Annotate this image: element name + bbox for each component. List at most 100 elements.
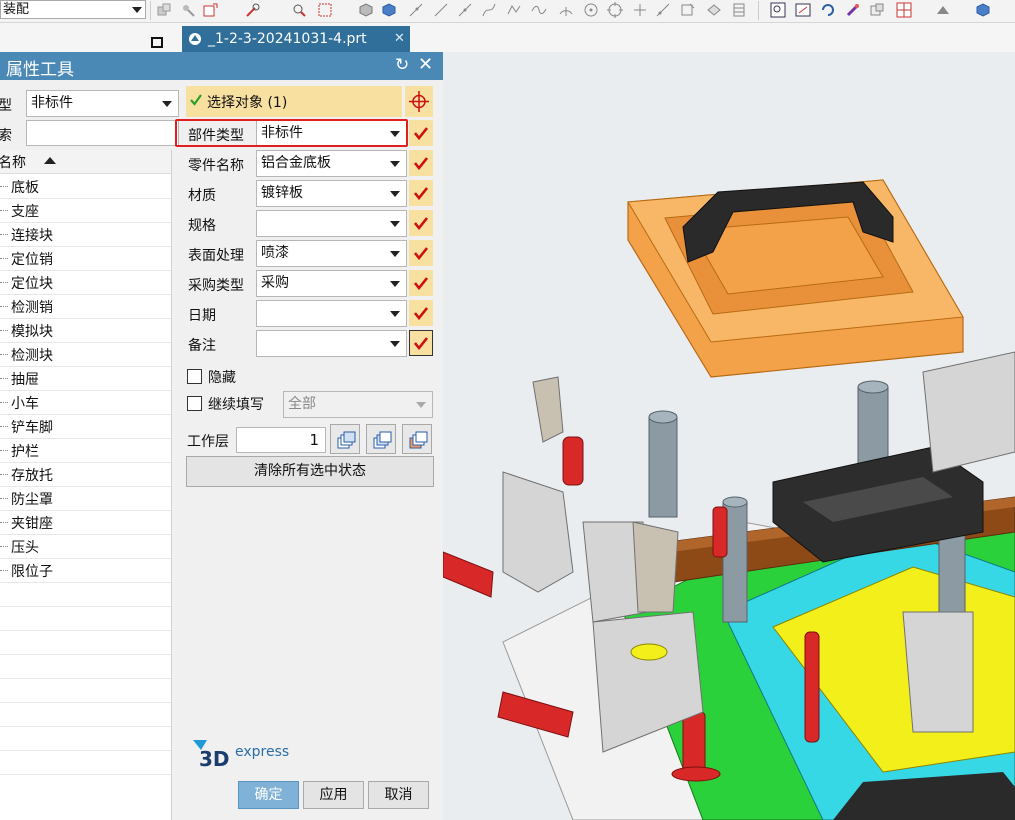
list-item[interactable]: 检测块: [0, 342, 171, 367]
solid-cube-icon[interactable]: [381, 2, 397, 18]
field-enable-checkbox[interactable]: [409, 180, 433, 206]
field-enable-checkbox[interactable]: [409, 120, 433, 146]
list-item[interactable]: 检测销: [0, 294, 171, 319]
3d-graphics-viewport[interactable]: [443, 52, 1015, 820]
shading-icon[interactable]: [935, 2, 951, 18]
select-box-icon[interactable]: [291, 2, 307, 18]
select-object-bar[interactable]: 选择对象 (1): [186, 86, 402, 117]
continue-fill-checkbox[interactable]: [187, 396, 202, 411]
line-icon[interactable]: [408, 2, 424, 18]
list-item[interactable]: 压头: [0, 534, 171, 559]
rotate-icon[interactable]: [820, 2, 836, 18]
field-combo[interactable]: 喷漆: [256, 240, 407, 267]
cancel-button[interactable]: 取消: [368, 781, 429, 809]
view-triad-icon[interactable]: [896, 2, 912, 18]
layer-copy-button[interactable]: [330, 424, 360, 454]
field-combo[interactable]: [256, 300, 407, 327]
list-item[interactable]: 铲车脚: [0, 414, 171, 439]
list-item[interactable]: 抽屉: [0, 366, 171, 391]
list-item[interactable]: 定位块: [0, 270, 171, 295]
field-enable-checkbox[interactable]: [409, 240, 433, 266]
field-enable-checkbox[interactable]: [409, 300, 433, 326]
list-item[interactable]: 存放托: [0, 462, 171, 487]
clear-selection-button[interactable]: 清除所有选中状态: [186, 456, 434, 487]
tab-part-file[interactable]: _1-2-3-20241031-4.prt ✕: [182, 26, 410, 52]
lighting-icon[interactable]: [869, 2, 885, 18]
arc-icon[interactable]: [558, 2, 574, 18]
chevron-down-icon[interactable]: [390, 221, 400, 227]
crosshair-icon: [409, 91, 429, 112]
layer-icon[interactable]: [680, 2, 696, 18]
restore-window-icon[interactable]: [151, 37, 163, 48]
hide-checkbox[interactable]: [187, 369, 202, 384]
chevron-down-icon[interactable]: [390, 341, 400, 347]
spline-icon[interactable]: [506, 2, 522, 18]
list-header[interactable]: 名称: [0, 150, 171, 174]
field-enable-checkbox[interactable]: [409, 150, 433, 176]
render-icon[interactable]: [706, 2, 722, 18]
continue-scope-combo[interactable]: 全部: [283, 391, 433, 418]
point-icon[interactable]: [607, 2, 623, 18]
list-item[interactable]: 护栏: [0, 438, 171, 463]
type-filter-combo[interactable]: 非标件: [26, 90, 179, 117]
list-item[interactable]: 防尘罩: [0, 486, 171, 511]
list-item[interactable]: 支座: [0, 198, 171, 223]
field-combo[interactable]: 采购: [256, 270, 407, 297]
chevron-down-icon[interactable]: [390, 191, 400, 197]
tree-connector: [0, 450, 8, 451]
sketch-icon[interactable]: [655, 2, 671, 18]
field-combo[interactable]: [256, 210, 407, 237]
spline-icon[interactable]: [481, 2, 497, 18]
field-enable-checkbox[interactable]: [409, 210, 433, 236]
field-combo[interactable]: 镀锌板: [256, 180, 407, 207]
circle-icon[interactable]: [583, 2, 599, 18]
shaded-cube-icon[interactable]: [358, 2, 374, 18]
move-icon[interactable]: [203, 2, 219, 18]
field-combo[interactable]: [256, 330, 407, 357]
spline-icon[interactable]: [531, 2, 547, 18]
chevron-down-icon[interactable]: [390, 281, 400, 287]
list-item[interactable]: 夹钳座: [0, 510, 171, 535]
apply-button[interactable]: 应用: [303, 781, 364, 809]
component-icon[interactable]: [180, 2, 196, 18]
paint-icon[interactable]: [845, 2, 861, 18]
close-icon[interactable]: ✕: [394, 26, 405, 52]
solid-cube-icon[interactable]: [975, 2, 991, 18]
search-input[interactable]: [26, 120, 179, 146]
chevron-down-icon[interactable]: [132, 7, 142, 13]
list-item[interactable]: 定位销: [0, 246, 171, 271]
constraint-icon[interactable]: [245, 2, 261, 18]
chevron-down-icon[interactable]: [390, 251, 400, 257]
list-item[interactable]: 底板: [0, 174, 171, 199]
line-icon[interactable]: [433, 2, 449, 18]
fit-view-icon[interactable]: [795, 2, 811, 18]
line-icon[interactable]: [457, 2, 473, 18]
cube-icon[interactable]: [317, 2, 333, 18]
reset-icon[interactable]: ↻: [395, 55, 409, 75]
list-item[interactable]: 小车: [0, 390, 171, 415]
target-select-button[interactable]: [405, 86, 433, 117]
list-item[interactable]: 连接块: [0, 222, 171, 247]
chevron-down-icon[interactable]: [390, 311, 400, 317]
chevron-down-icon[interactable]: [390, 161, 400, 167]
layer-set-button[interactable]: [402, 424, 432, 454]
field-enable-checkbox[interactable]: [409, 270, 433, 296]
list-item[interactable]: 模拟块: [0, 318, 171, 343]
ok-button[interactable]: 确定: [238, 781, 299, 809]
application-combo[interactable]: 装配: [0, 0, 146, 19]
chevron-down-icon[interactable]: [416, 402, 426, 408]
fit-view-icon[interactable]: [770, 2, 786, 18]
field-enable-checkbox[interactable]: [409, 330, 433, 356]
field-combo[interactable]: 铝合金底板: [256, 150, 407, 177]
check-icon: [414, 127, 428, 140]
work-layer-input[interactable]: 1: [236, 427, 326, 453]
layer-move-button[interactable]: [366, 424, 396, 454]
layer-icon[interactable]: [731, 2, 747, 18]
dialog-title: 属性工具: [6, 60, 74, 80]
chevron-down-icon[interactable]: [162, 101, 172, 107]
list-item[interactable]: 限位子: [0, 558, 171, 583]
fixture-assembly-model[interactable]: [443, 52, 1015, 820]
close-icon[interactable]: ✕: [418, 54, 433, 75]
crosshair-icon[interactable]: [632, 2, 648, 18]
assembly-icon[interactable]: [156, 2, 172, 18]
